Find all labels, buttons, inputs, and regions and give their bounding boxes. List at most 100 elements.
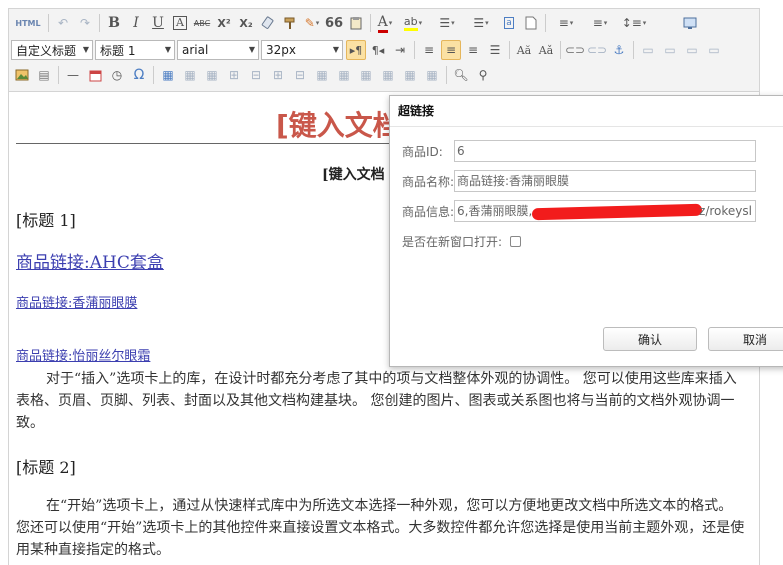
quote-icon: 66: [324, 15, 344, 31]
anchor-icon[interactable]: ⚓: [609, 40, 629, 60]
delete-row-icon[interactable]: ⊟: [246, 65, 266, 85]
horizontal-rule-icon[interactable]: —: [63, 65, 83, 85]
merge-cells-icon[interactable]: ▦: [312, 65, 332, 85]
align-justify-icon[interactable]: ☰: [485, 40, 505, 60]
unlink-icon[interactable]: ⊂⊃: [587, 40, 607, 60]
search-replace-icon[interactable]: ⚲: [473, 65, 493, 85]
product-info-value-end: z/rokeysl: [699, 204, 752, 218]
chevron-down-icon: ▼: [164, 45, 171, 54]
insert-table-icon[interactable]: ▦: [158, 65, 178, 85]
align-left-icon[interactable]: ≡: [419, 40, 439, 60]
ltr-direction-icon[interactable]: ▸¶: [346, 40, 366, 60]
merge-down-icon[interactable]: ▦: [356, 65, 376, 85]
product-name-input[interactable]: 商品链接:香蒲丽眼膜: [454, 170, 756, 192]
toolbar-separator: [414, 41, 415, 59]
product-id-input[interactable]: 6: [454, 140, 756, 162]
select-all-icon[interactable]: a: [499, 13, 519, 33]
toolbar-separator: [509, 41, 510, 59]
html-source-button[interactable]: HTML: [12, 13, 44, 33]
clear-doc-icon[interactable]: [521, 13, 541, 33]
bold-button[interactable]: B: [104, 13, 124, 33]
superscript-button[interactable]: X²: [214, 13, 234, 33]
blockquote-button[interactable]: 66: [324, 13, 344, 33]
link-lotion[interactable]: 商品链接:香蒲丽眼膜: [16, 292, 137, 311]
insert-col-icon[interactable]: ⊞: [268, 65, 288, 85]
font-size-select[interactable]: 32px ▼: [261, 40, 343, 60]
uppercase-icon[interactable]: Aă: [514, 40, 534, 60]
paragraph-format-value: 标题 1: [100, 43, 136, 58]
rtl-direction-icon[interactable]: ¶◂: [368, 40, 388, 60]
toolbar-row-1: HTML ↶ ↷ B I U A ABC X² X₂ ✎ ▾ 66 A ▾ ab ▾ …: [11, 11, 701, 35]
image-float-left-icon[interactable]: ▭: [660, 40, 680, 60]
delete-table-icon[interactable]: ▦: [180, 65, 200, 85]
link-icon[interactable]: ⊂⊃: [565, 40, 585, 60]
image-center-icon[interactable]: ▭: [704, 40, 724, 60]
new-window-checkbox[interactable]: [510, 235, 522, 247]
insert-template-icon[interactable]: ▤: [34, 65, 54, 85]
align-center-icon[interactable]: ≡: [441, 40, 461, 60]
paste-plain-icon[interactable]: [346, 13, 366, 33]
subscript-button[interactable]: X₂: [236, 13, 256, 33]
paragraph-spacing-icon: ≡: [592, 16, 603, 30]
custom-title-select[interactable]: 自定义标题 ▼: [11, 40, 93, 60]
redo-icon[interactable]: ↷: [75, 13, 95, 33]
link-ahc[interactable]: 商品链接:AHC套盒: [16, 248, 164, 273]
paragraph-spacing-bottom-button[interactable]: ≡ ▾: [584, 13, 616, 33]
split-cols-icon[interactable]: ▦: [422, 65, 442, 85]
new-window-label: 是否在新窗口打开:: [402, 234, 503, 249]
underline-button[interactable]: U: [148, 13, 168, 33]
strikethrough-button[interactable]: ABC: [192, 13, 212, 33]
split-rows-icon[interactable]: ▦: [400, 65, 420, 85]
paragraph-spacing-top-button[interactable]: ≡ ▾: [550, 13, 582, 33]
toolbar-row-3: ▤ — ◷ Ω ▦ ▦ ▦ ⊞ ⊟ ⊞ ⊟ ▦ ▦ ▦ ▦ ▦ ▦ 🔍︎ ⚲: [11, 63, 494, 87]
unordered-list-button[interactable]: ☰ ▾: [465, 13, 497, 33]
document-title: [键入文档: [276, 109, 401, 142]
align-right-icon[interactable]: ≡: [463, 40, 483, 60]
link-eye-cream[interactable]: 商品链接:怡丽丝尔眼霜: [16, 345, 150, 364]
print-preview-icon[interactable]: 🔍︎: [451, 65, 471, 85]
unordered-list-icon: ☰: [473, 16, 485, 30]
ordered-list-button[interactable]: ☰ ▾: [431, 13, 463, 33]
underline-icon: U: [152, 15, 164, 31]
toolbar-separator: [370, 14, 371, 32]
font-family-select[interactable]: arial ▼: [177, 40, 259, 60]
bold-icon: B: [108, 15, 120, 31]
font-border-icon: A: [173, 16, 187, 30]
format-painter-icon[interactable]: [280, 13, 300, 33]
split-cells-icon[interactable]: ▦: [378, 65, 398, 85]
image-float-right-icon[interactable]: ▭: [682, 40, 702, 60]
indent-icon[interactable]: ⇥: [390, 40, 410, 60]
delete-col-icon[interactable]: ⊟: [290, 65, 310, 85]
toolbar-separator: [48, 14, 49, 32]
font-border-button[interactable]: A: [170, 13, 190, 33]
paragraph-format-select[interactable]: 标题 1 ▼: [95, 40, 175, 60]
lowercase-icon[interactable]: Aǎ: [536, 40, 556, 60]
toolbar-separator: [560, 41, 561, 59]
merge-right-icon[interactable]: ▦: [334, 65, 354, 85]
strikethrough-icon: ABC: [193, 18, 211, 28]
image-float-none-icon[interactable]: ▭: [638, 40, 658, 60]
italic-button[interactable]: I: [126, 13, 146, 33]
insert-time-icon[interactable]: ◷: [107, 65, 127, 85]
insert-row-icon[interactable]: ⊞: [224, 65, 244, 85]
italic-icon: I: [133, 15, 139, 31]
product-info-input[interactable]: 6,香蒲丽眼膜, z/rokeysl: [454, 200, 756, 222]
dialog-title: 超链接: [390, 96, 783, 126]
font-size-value: 32px: [266, 43, 296, 57]
superscript-icon: X²: [217, 16, 231, 30]
cancel-button[interactable]: 取消: [708, 327, 783, 351]
undo-icon[interactable]: ↶: [53, 13, 73, 33]
line-height-button[interactable]: ↕≡ ▾: [618, 13, 650, 33]
new-window-row: 是否在新窗口打开:: [402, 230, 522, 252]
insert-date-icon[interactable]: [85, 65, 105, 85]
fullscreen-icon[interactable]: [680, 13, 700, 33]
insert-image-icon[interactable]: [12, 65, 32, 85]
auto-format-icon[interactable]: ✎ ▾: [302, 13, 322, 33]
special-chars-button[interactable]: Ω: [129, 65, 149, 85]
font-color-button[interactable]: A ▾: [375, 13, 395, 33]
insert-paragraph-before-table-icon[interactable]: ▦: [202, 65, 222, 85]
highlight-color-button[interactable]: ab ▾: [397, 13, 429, 33]
chevron-down-icon: ▼: [248, 45, 255, 54]
eraser-icon[interactable]: [258, 13, 278, 33]
confirm-button[interactable]: 确认: [603, 327, 697, 351]
